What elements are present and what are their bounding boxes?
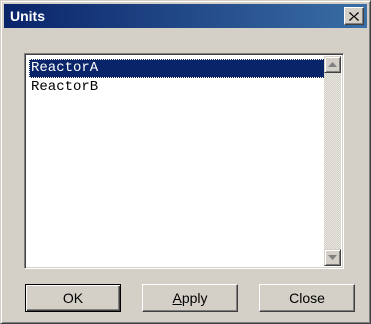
scroll-down-arrow-icon	[328, 255, 337, 260]
close-button[interactable]: Close	[259, 284, 355, 312]
scroll-up-button[interactable]	[324, 56, 341, 73]
close-icon	[349, 11, 359, 21]
list-item-reactorb[interactable]: ReactorB	[29, 78, 329, 97]
apply-label-rest: pply	[181, 290, 208, 306]
close-window-button[interactable]	[344, 7, 364, 25]
units-list: ReactorA ReactorB	[29, 59, 329, 97]
window-title: Units	[10, 8, 45, 24]
units-dialog: Units ReactorA ReactorB OK Apply Close	[0, 0, 371, 324]
list-item-reactora[interactable]: ReactorA	[29, 59, 329, 78]
apply-mnemonic: A	[172, 290, 182, 306]
apply-button[interactable]: Apply	[142, 284, 238, 312]
units-listbox[interactable]: ReactorA ReactorB	[24, 53, 344, 269]
ok-button[interactable]: OK	[25, 284, 121, 312]
title-bar[interactable]: Units	[4, 4, 367, 28]
scroll-up-arrow-icon	[328, 62, 337, 67]
vertical-scrollbar[interactable]	[324, 56, 341, 266]
scroll-down-button[interactable]	[324, 249, 341, 266]
